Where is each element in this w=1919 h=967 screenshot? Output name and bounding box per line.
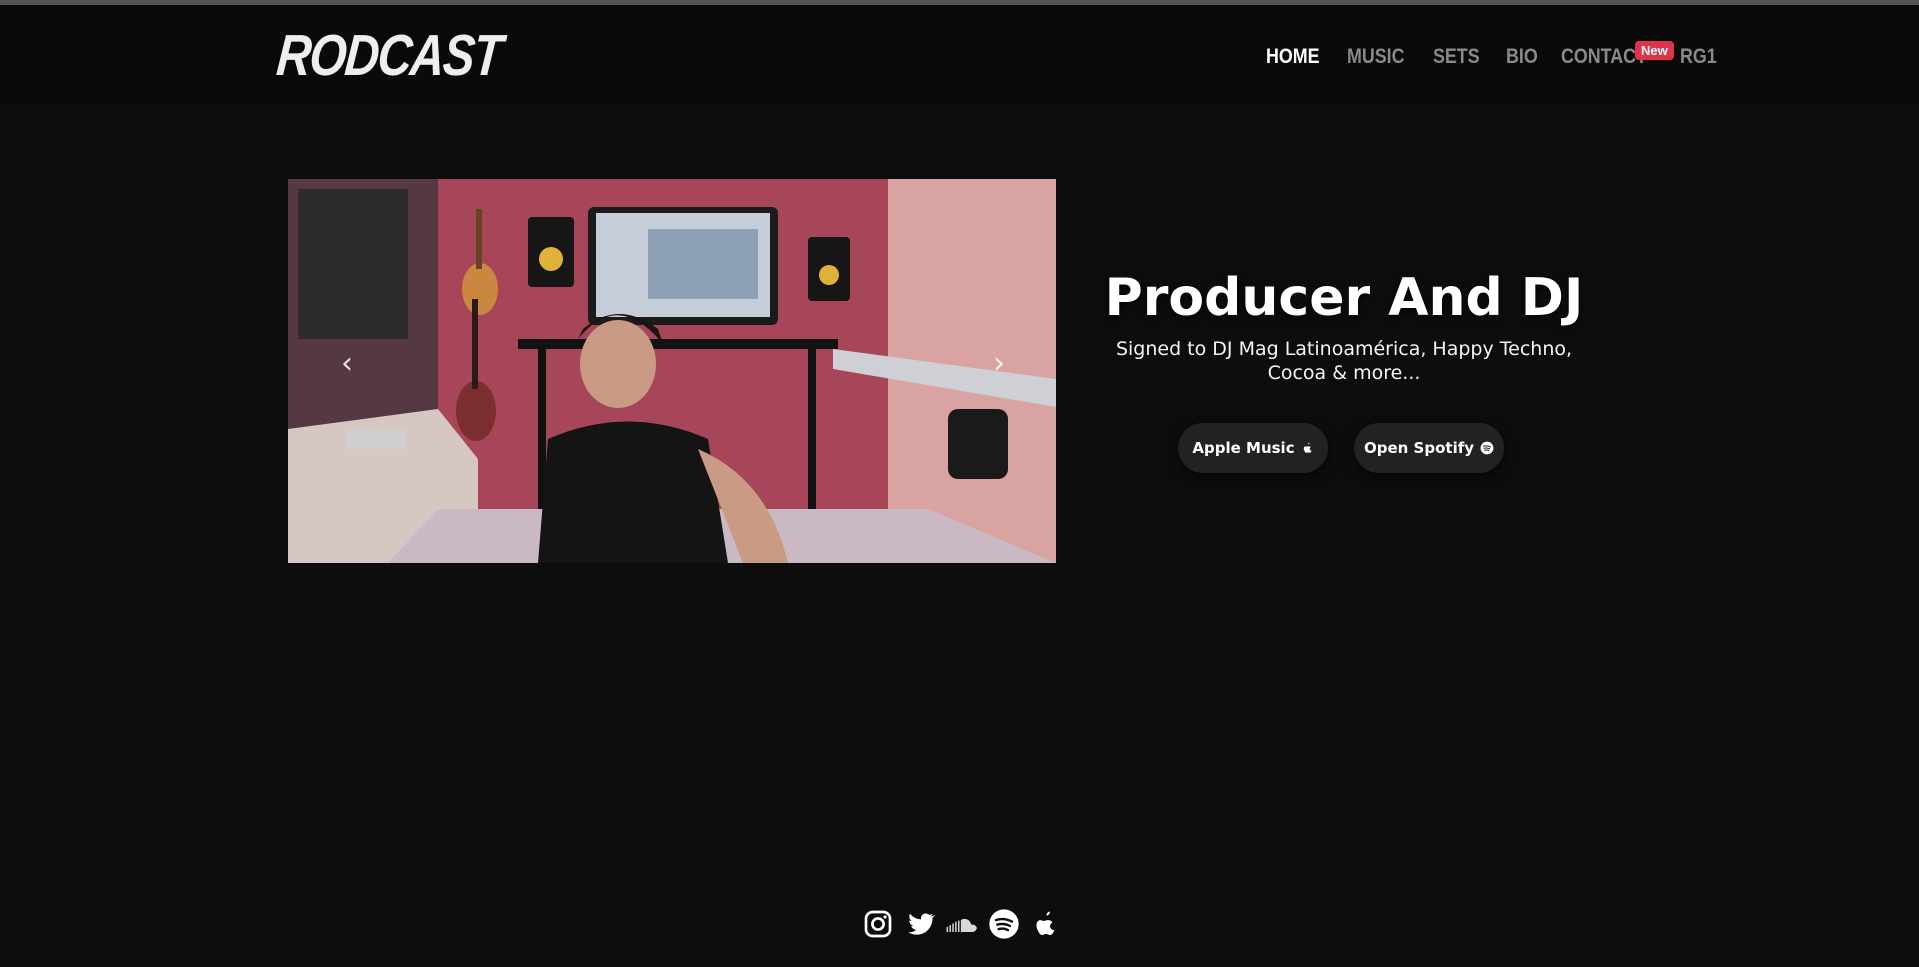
nav-contact[interactable]: CONTACT — [1561, 45, 1647, 69]
apple-icon[interactable] — [1030, 908, 1062, 940]
open-spotify-label: Open Spotify — [1363, 439, 1475, 457]
hero-carousel: ‹ › — [288, 179, 1056, 563]
chevron-left-icon: ‹ — [341, 346, 353, 381]
chevron-right-icon: › — [993, 346, 1005, 381]
studio-photo — [288, 179, 1056, 563]
apple-music-label: Apple Music — [1192, 439, 1295, 457]
nav-bio[interactable]: BIO — [1506, 45, 1538, 69]
open-spotify-button[interactable]: Open Spotify — [1354, 423, 1504, 473]
twitter-icon[interactable] — [904, 908, 936, 940]
nav-music[interactable]: MUSIC — [1347, 45, 1405, 69]
instagram-icon[interactable] — [862, 908, 894, 940]
carousel-next-button[interactable]: › — [984, 349, 1014, 379]
new-badge: New — [1635, 41, 1674, 60]
carousel-prev-button[interactable]: ‹ — [332, 349, 362, 379]
spotify-icon[interactable] — [988, 908, 1020, 940]
nav-sets[interactable]: SETS — [1433, 45, 1480, 69]
hero-title: Producer And DJ — [1104, 268, 1584, 328]
nav-home[interactable]: HOME — [1266, 45, 1320, 69]
social-links — [862, 908, 1062, 940]
navbar: RODCAST HOME MUSIC SETS BIO CONTACT RG1 … — [0, 5, 1919, 105]
hero-subtitle: Signed to DJ Mag Latinoamérica, Happy Te… — [1115, 338, 1573, 384]
soundcloud-icon[interactable] — [946, 908, 978, 940]
spotify-icon — [1480, 441, 1494, 455]
apple-icon — [1301, 441, 1314, 455]
nav-rg1[interactable]: RG1 — [1680, 45, 1717, 69]
apple-music-button[interactable]: Apple Music — [1178, 423, 1328, 473]
site-logo[interactable]: RODCAST — [274, 22, 503, 89]
